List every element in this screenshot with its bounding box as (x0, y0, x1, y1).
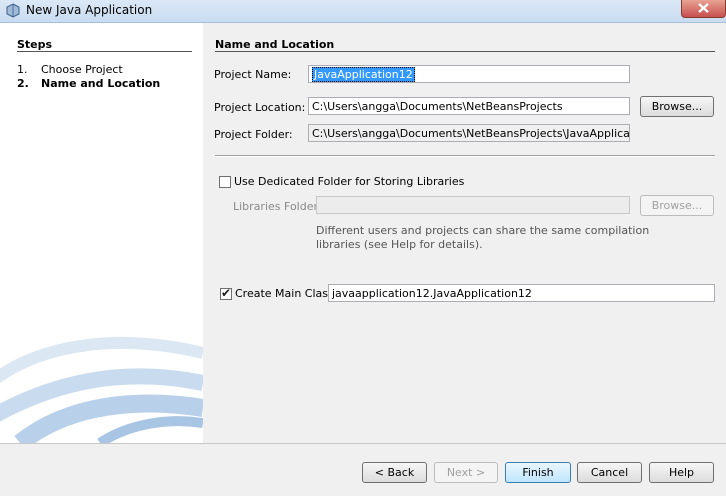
next-button[interactable]: Next > (434, 462, 498, 483)
project-folder-input[interactable]: C:\Users\angga\Documents\NetBeansProject… (308, 124, 630, 142)
libraries-note-line-2: libraries (see Help for details). (316, 238, 483, 251)
step-number: 2. (17, 77, 29, 90)
project-name-label: Project Name: (214, 68, 292, 81)
dedicated-folder-checkbox[interactable] (219, 176, 231, 188)
back-button[interactable]: < Back (362, 462, 427, 483)
step-choose-project: 1. Choose Project (17, 63, 123, 76)
step-label: Name and Location (41, 77, 161, 90)
page-title: Name and Location (215, 38, 335, 51)
dedicated-folder-label: Use Dedicated Folder for Storing Librari… (234, 175, 465, 188)
help-button[interactable]: Help (649, 462, 714, 483)
main-panel: Name and Location Project Name: JavaAppl… (203, 23, 726, 443)
main-class-input[interactable]: javaapplication12.JavaApplication12 (328, 284, 715, 302)
project-folder-label: Project Folder: (214, 128, 293, 141)
libraries-note-line-1: Different users and projects can share t… (316, 224, 650, 237)
section-divider (215, 155, 715, 157)
wizard-decoration (0, 337, 203, 443)
browse-libraries-button[interactable]: Browse... (640, 195, 714, 216)
cancel-button[interactable]: Cancel (577, 462, 642, 483)
create-main-class-label: Create Main Class (235, 287, 334, 300)
checkmark-icon: ✔ (221, 286, 232, 300)
libraries-folder-input[interactable] (316, 196, 630, 214)
step-name-and-location: 2. Name and Location (17, 77, 160, 90)
close-icon (698, 3, 709, 13)
steps-heading: Steps (17, 38, 53, 51)
window-title: New Java Application (26, 3, 153, 17)
button-bar: < Back Next > Finish Cancel Help (0, 443, 726, 496)
steps-divider (17, 51, 192, 52)
step-number: 1. (17, 63, 28, 76)
project-name-input[interactable]: JavaApplication12 (308, 65, 630, 83)
project-name-value: JavaApplication12 (312, 67, 415, 82)
browse-location-button[interactable]: Browse... (640, 96, 714, 117)
create-main-class-checkbox[interactable]: ✔ (220, 286, 232, 300)
libraries-folder-label: Libraries Folder: (233, 200, 322, 213)
project-location-input[interactable]: C:\Users\angga\Documents\NetBeansProject… (308, 97, 630, 115)
project-location-label: Project Location: (214, 101, 306, 114)
close-button[interactable] (681, 0, 726, 18)
step-label: Choose Project (41, 63, 123, 76)
heading-divider (215, 51, 715, 52)
title-bar: New Java Application (0, 0, 726, 23)
java-app-icon (6, 3, 20, 18)
finish-button[interactable]: Finish (505, 462, 571, 483)
steps-panel: Steps 1. Choose Project 2. Name and Locati… (0, 23, 203, 443)
